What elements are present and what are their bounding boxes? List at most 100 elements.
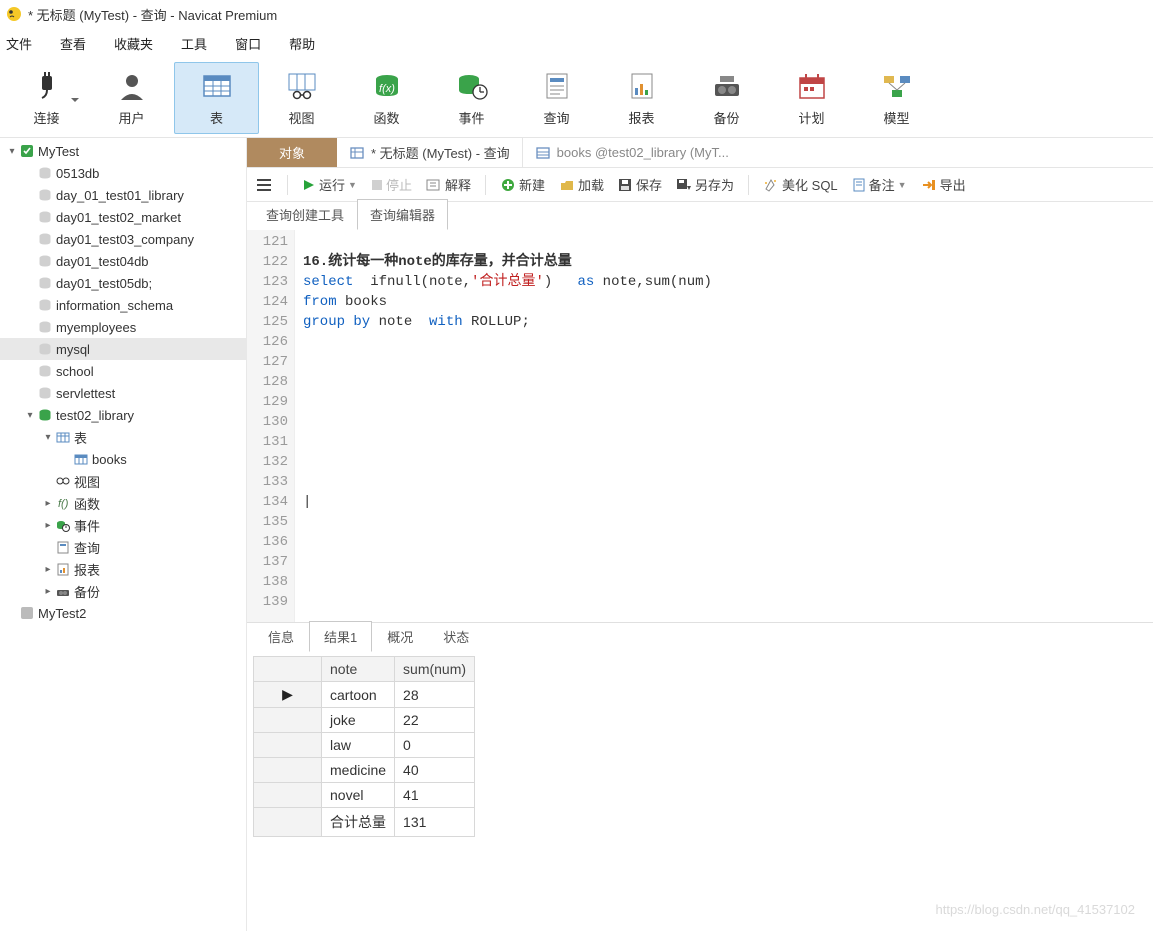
result-tab-0[interactable]: 信息 <box>253 621 309 652</box>
tree-node-16[interactable]: f()函数 <box>0 492 246 514</box>
sidebar-tree[interactable]: MyTest0513dbday_01_test01_libraryday01_t… <box>0 138 247 931</box>
tree-node-7[interactable]: information_schema <box>0 294 246 316</box>
report-button[interactable]: 报表 <box>599 62 684 134</box>
cell[interactable]: joke <box>322 708 395 733</box>
tree-node-0[interactable]: MyTest <box>0 140 246 162</box>
tree-node-19[interactable]: 报表 <box>0 558 246 580</box>
export-button[interactable]: 导出 <box>921 175 966 194</box>
table-row[interactable]: joke22 <box>254 708 475 733</box>
menu-button[interactable] <box>255 177 273 193</box>
tab-books[interactable]: books @test02_library (MyT... <box>523 138 741 167</box>
cell[interactable]: 22 <box>395 708 475 733</box>
user-button[interactable]: 用户 <box>89 62 174 134</box>
explain-button[interactable]: 解释 <box>426 175 471 194</box>
code-area[interactable]: 16.统计每一种note的库存量，并合计总量select ifnull(note… <box>295 230 720 622</box>
schedule-button[interactable]: 计划 <box>769 62 854 134</box>
function-icon: f(x) <box>369 68 405 104</box>
result-tab-2[interactable]: 概况 <box>372 621 428 652</box>
tab-object[interactable]: 对象 <box>247 138 337 167</box>
cell[interactable]: law <box>322 733 395 758</box>
tree-node-4[interactable]: day01_test03_company <box>0 228 246 250</box>
tree-node-5[interactable]: day01_test04db <box>0 250 246 272</box>
tree-node-8[interactable]: myemployees <box>0 316 246 338</box>
model-button[interactable]: 模型 <box>854 62 939 134</box>
cell[interactable]: 41 <box>395 783 475 808</box>
plug-icon <box>29 68 65 104</box>
load-button[interactable]: 加载 <box>559 175 604 194</box>
tree-node-label: 备份 <box>74 582 100 601</box>
tree-node-18[interactable]: 查询 <box>0 536 246 558</box>
tab-query-untitled[interactable]: * 无标题 (MyTest) - 查询 <box>337 138 523 167</box>
cell[interactable]: 28 <box>395 682 475 708</box>
table-row[interactable]: law0 <box>254 733 475 758</box>
tab-builder[interactable]: 查询创建工具 <box>253 199 357 230</box>
results-grid[interactable]: notesum(num)▶cartoon28joke22law0medicine… <box>247 652 1153 837</box>
query-toolbar: 运行▼ 停止 解释 新建 加载 保存 另存为 美化 SQL 备注▼ 导出 <box>247 168 1153 202</box>
cell[interactable]: 131 <box>395 808 475 837</box>
tree-node-11[interactable]: servlettest <box>0 382 246 404</box>
tree-node-14[interactable]: books <box>0 448 246 470</box>
beautify-button[interactable]: 美化 SQL <box>763 175 838 194</box>
menu-item-1[interactable]: 查看 <box>60 34 86 53</box>
column-header[interactable]: note <box>322 657 395 682</box>
tab-editor[interactable]: 查询编辑器 <box>357 199 448 230</box>
tree-node-1[interactable]: 0513db <box>0 162 246 184</box>
cell[interactable]: novel <box>322 783 395 808</box>
table-button[interactable]: 表 <box>174 62 259 134</box>
stop-button[interactable]: 停止 <box>371 175 412 194</box>
database-icon <box>36 188 54 202</box>
tree-node-6[interactable]: day01_test05db; <box>0 272 246 294</box>
expand-caret-icon[interactable] <box>42 564 54 575</box>
connect-button[interactable]: 连接 <box>4 62 89 134</box>
cell[interactable]: 0 <box>395 733 475 758</box>
event-button[interactable]: 事件 <box>429 62 514 134</box>
query-button[interactable]: 查询 <box>514 62 599 134</box>
notes-button[interactable]: 备注▼ <box>852 175 907 194</box>
cell[interactable]: 合计总量 <box>322 808 395 837</box>
menu-item-2[interactable]: 收藏夹 <box>114 34 153 53</box>
tab-query-label: * 无标题 (MyTest) - 查询 <box>371 143 510 162</box>
result-tab-3[interactable]: 状态 <box>428 621 484 652</box>
tree-node-3[interactable]: day01_test02_market <box>0 206 246 228</box>
tree-node-13[interactable]: 表 <box>0 426 246 448</box>
cell[interactable]: medicine <box>322 758 395 783</box>
event-small-icon <box>54 518 72 532</box>
results-table[interactable]: notesum(num)▶cartoon28joke22law0medicine… <box>253 656 475 837</box>
table-row[interactable]: novel41 <box>254 783 475 808</box>
menu-item-4[interactable]: 窗口 <box>235 34 261 53</box>
expand-caret-icon[interactable] <box>42 432 54 443</box>
cell[interactable]: 40 <box>395 758 475 783</box>
table-row[interactable]: ▶cartoon28 <box>254 682 475 708</box>
menu-item-3[interactable]: 工具 <box>181 34 207 53</box>
tree-node-17[interactable]: 事件 <box>0 514 246 536</box>
expand-caret-icon[interactable] <box>24 410 36 421</box>
cell[interactable]: cartoon <box>322 682 395 708</box>
tree-node-21[interactable]: MyTest2 <box>0 602 246 624</box>
backup-button[interactable]: 备份 <box>684 62 769 134</box>
tree-node-2[interactable]: day_01_test01_library <box>0 184 246 206</box>
tree-node-20[interactable]: 备份 <box>0 580 246 602</box>
new-button[interactable]: 新建 <box>500 175 545 194</box>
save-button[interactable]: 保存 <box>618 175 662 194</box>
view-icon <box>284 68 320 104</box>
tree-node-15[interactable]: 视图 <box>0 470 246 492</box>
column-header[interactable]: sum(num) <box>395 657 475 682</box>
table-row[interactable]: 合计总量131 <box>254 808 475 837</box>
saveas-button[interactable]: 另存为 <box>676 175 734 194</box>
expand-caret-icon[interactable] <box>6 146 18 157</box>
function-button[interactable]: f(x)函数 <box>344 62 429 134</box>
tree-node-9[interactable]: mysql <box>0 338 246 360</box>
database-icon <box>36 342 54 356</box>
run-button[interactable]: 运行▼ <box>302 175 357 194</box>
tree-node-10[interactable]: school <box>0 360 246 382</box>
menu-item-5[interactable]: 帮助 <box>289 34 315 53</box>
view-button[interactable]: 视图 <box>259 62 344 134</box>
expand-caret-icon[interactable] <box>42 498 54 509</box>
result-tab-1[interactable]: 结果1 <box>309 621 372 652</box>
expand-caret-icon[interactable] <box>42 586 54 597</box>
expand-caret-icon[interactable] <box>42 520 54 531</box>
table-row[interactable]: medicine40 <box>254 758 475 783</box>
menu-item-0[interactable]: 文件 <box>6 34 32 53</box>
tree-node-12[interactable]: test02_library <box>0 404 246 426</box>
code-editor[interactable]: 1211221231241251261271281291301311321331… <box>247 230 1153 622</box>
